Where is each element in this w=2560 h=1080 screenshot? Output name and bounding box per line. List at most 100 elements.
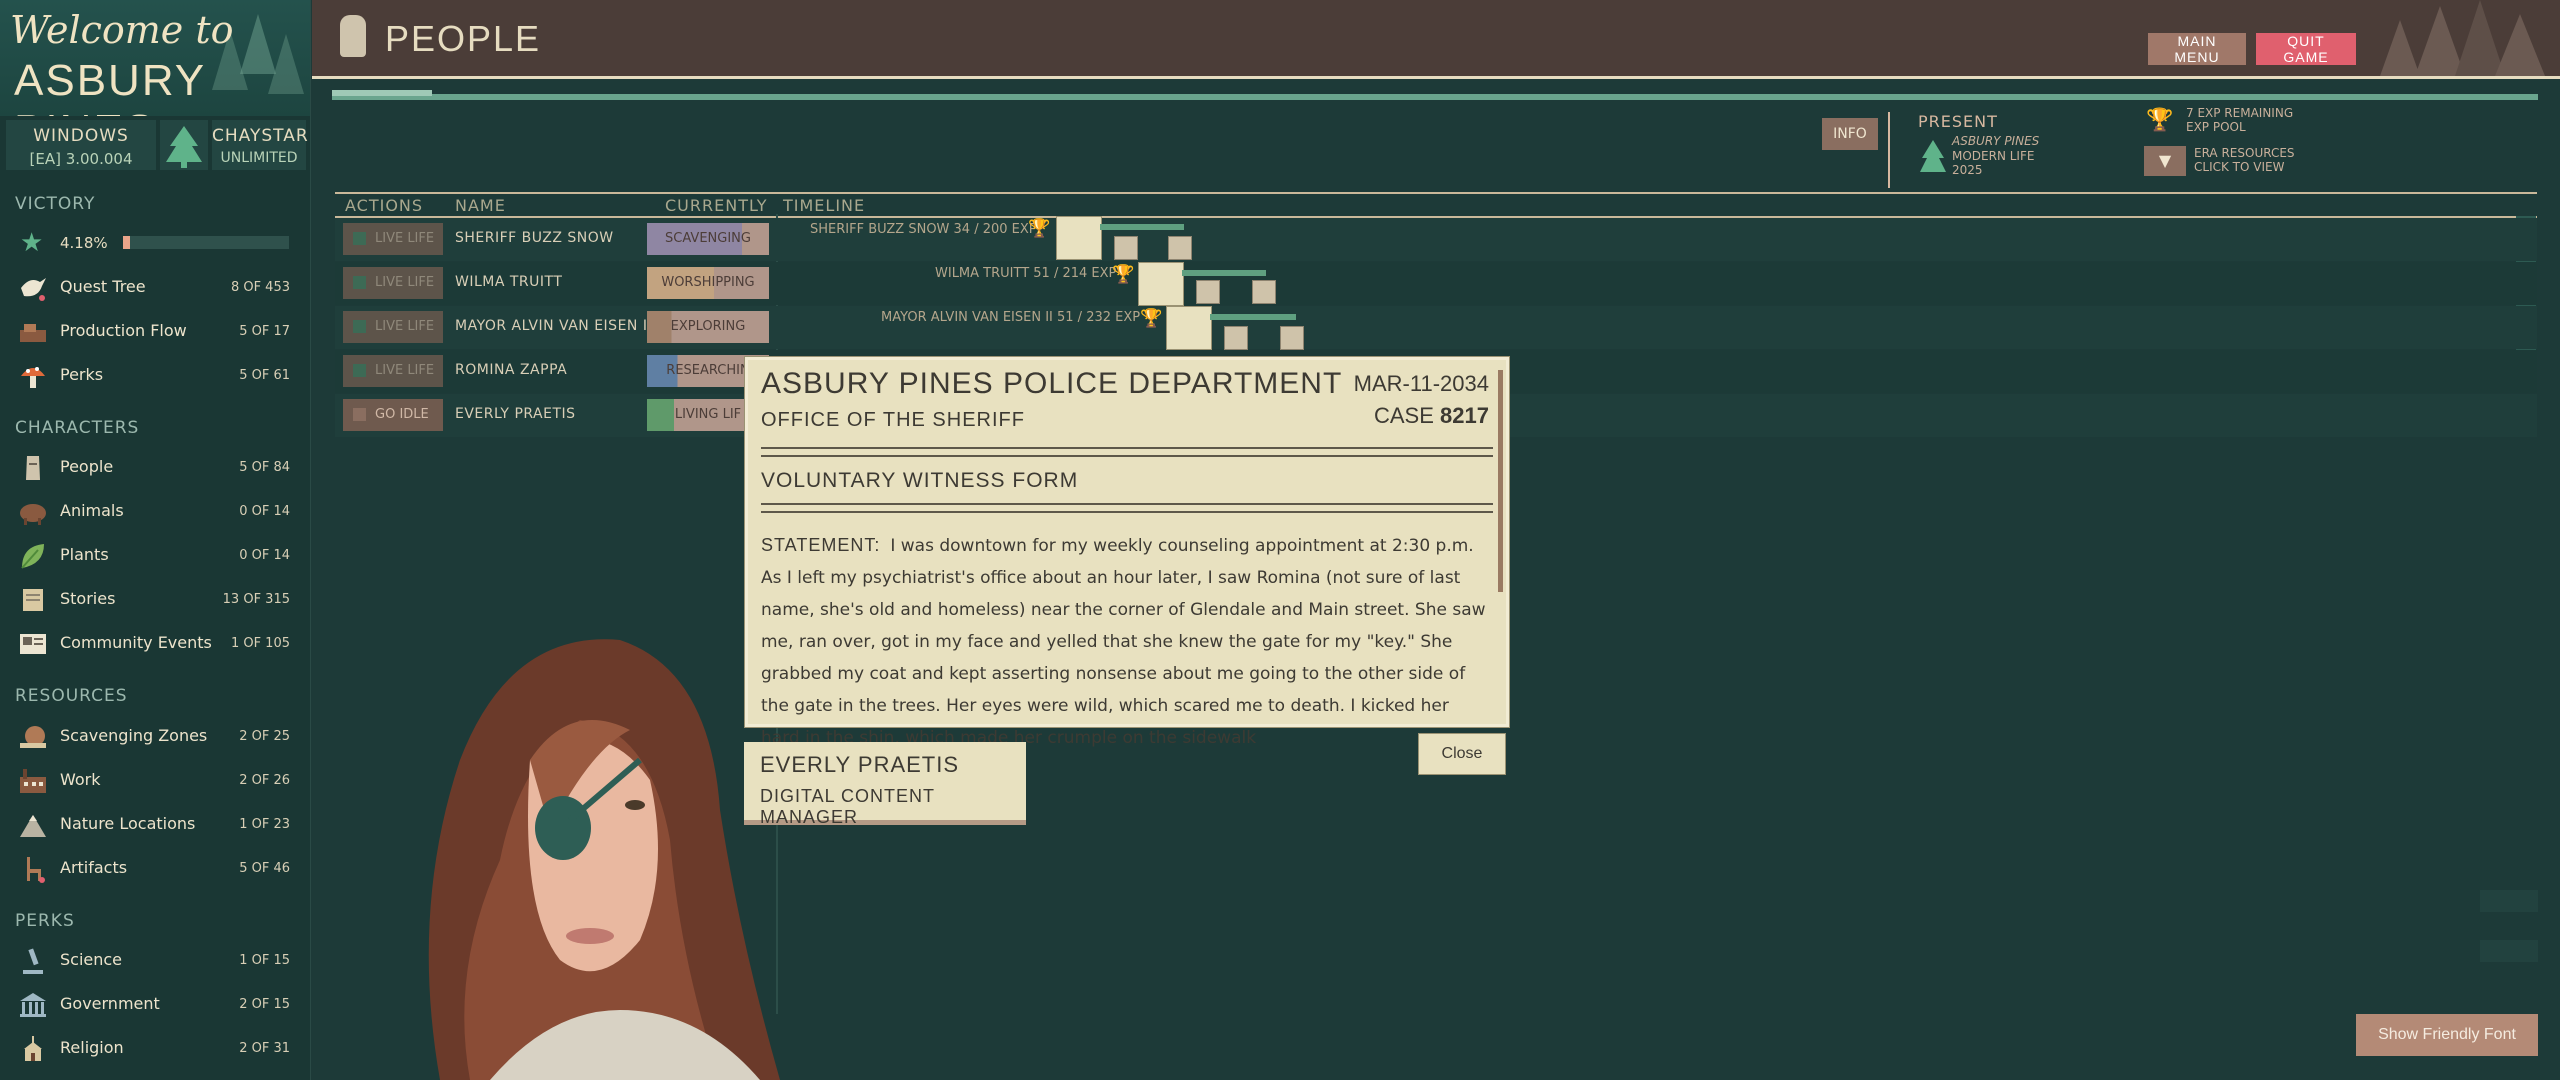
timeline-bar [1182, 270, 1266, 276]
present-label: PRESENT [1918, 112, 1998, 131]
live-life-button[interactable]: LIVE LIFE [343, 223, 443, 255]
close-button[interactable]: Close [1418, 733, 1506, 775]
sidebar-item-work[interactable]: Work 2 OF 26 [0, 761, 300, 801]
sidebar-item-animals[interactable]: Animals 0 OF 14 [0, 492, 300, 532]
live-life-button[interactable]: LIVE LIFE [343, 311, 443, 343]
table-row: LIVE LIFE SHERIFF BUZZ SNOW SCAVENGING S… [335, 218, 2537, 261]
sidebar-item-stories[interactable]: Stories 13 OF 315 [0, 580, 300, 620]
era-name: MODERN LIFE [1952, 149, 2035, 163]
leaf-icon [18, 542, 48, 570]
timeline-event[interactable] [1224, 326, 1248, 350]
snail-icon [18, 723, 48, 751]
sidebar-item-count: 1 OF 15 [239, 953, 290, 968]
sidebar-item-plants[interactable]: Plants 0 OF 14 [0, 536, 300, 576]
platform-label: WINDOWS [33, 126, 129, 146]
factory-icon [18, 767, 48, 795]
sidebar-item-count: 2 OF 25 [239, 729, 290, 744]
sidebar-item-label: Nature Locations [60, 814, 196, 833]
sidebar-item-label: Quest Tree [60, 277, 146, 296]
quit-game-button[interactable]: QUIT GAME [2256, 33, 2356, 65]
character-job: DIGITAL CONTENT MANAGER [760, 786, 935, 827]
statement-body[interactable]: STATEMENT: I was downtown for my weekly c… [761, 529, 1486, 754]
sidebar-item-production-flow[interactable]: Production Flow 5 OF 17 [0, 312, 300, 352]
person-name: SHERIFF BUZZ SNOW [455, 230, 614, 246]
sidebar-item-religion[interactable]: Religion 2 OF 31 [0, 1029, 300, 1069]
pine-tree-icon [1920, 140, 1946, 172]
era-progress-track [332, 94, 2538, 100]
sidebar-item-perks[interactable]: Perks 5 OF 61 [0, 356, 300, 396]
sidebar-item-label: Religion [60, 1038, 124, 1057]
bison-icon [18, 498, 48, 526]
action-label: GO IDLE [375, 407, 429, 422]
timeline-event[interactable] [1114, 236, 1138, 260]
form-scrollbar[interactable] [1498, 370, 1503, 592]
sidebar-item-community-events[interactable]: Community Events 1 OF 105 [0, 624, 300, 664]
sidebar-item-government[interactable]: Government 2 OF 15 [0, 985, 300, 1025]
dove-icon [18, 274, 48, 302]
statement-label: STATEMENT: [761, 535, 881, 555]
era-resources-label[interactable]: ERA RESOURCES CLICK TO VIEW [2194, 146, 2295, 174]
double-rule [761, 447, 1493, 457]
faded-row-marker [2480, 890, 2538, 912]
table-row: LIVE LIFE WILMA TRUITT WORSHIPPING WILMA… [335, 262, 2537, 305]
avatar-sheriff-buzz-snow[interactable] [1056, 216, 1102, 260]
timeline-event[interactable] [1196, 280, 1220, 304]
timeline-label: WILMA TRUITT 51 / 214 EXP [935, 266, 1117, 281]
avatar-wilma-truitt[interactable] [1138, 262, 1184, 306]
live-life-button[interactable]: LIVE LIFE [343, 267, 443, 299]
chaystar-box: CHAYSTAR UNLIMITED [212, 120, 309, 170]
exp-pool-label: EXP POOL [2186, 120, 2246, 134]
sidebar-item-count: 2 OF 31 [239, 1041, 290, 1056]
era-year: 2025 [1952, 163, 1983, 177]
timeline-event[interactable] [1252, 280, 1276, 304]
people-table-header: ACTIONS NAME CURRENTLY TIMELINE [335, 192, 2537, 218]
sidebar-item-artifacts[interactable]: Artifacts 5 OF 46 [0, 849, 300, 889]
era-location: ASBURY PINES [1952, 134, 2040, 148]
capitol-icon [18, 991, 48, 1019]
sidebar-item-label: Perks [60, 365, 104, 384]
info-button[interactable]: INFO [1822, 118, 1878, 150]
witness-form-dialog: ASBURY PINES POLICE DEPARTMENT OFFICE OF… [744, 356, 1510, 748]
sidebar-item-label: Animals [60, 501, 124, 520]
sidebar-item-scavenging-zones[interactable]: Scavenging Zones 2 OF 25 [0, 717, 300, 757]
timeline-event[interactable] [1168, 236, 1192, 260]
logo-title: ASBURY PINES [14, 56, 206, 116]
trophy-icon: 🏆 [2146, 108, 2174, 133]
sidebar-item-science[interactable]: Science 1 OF 15 [0, 941, 300, 981]
build-label: [EA] 3.00.004 [29, 150, 133, 168]
timeline-event[interactable] [1280, 326, 1304, 350]
era-progress-marker [332, 90, 432, 96]
main-menu-button[interactable]: MAIN MENU [2148, 33, 2246, 65]
pine-trees-decoration [2380, 0, 2545, 76]
trophy-icon: 🏆 [1028, 218, 1051, 239]
sidebar-item-count: 5 OF 46 [239, 861, 290, 876]
go-idle-button[interactable]: GO IDLE [343, 399, 443, 431]
sidebar-item-label: Stories [60, 589, 116, 608]
sidebar-item-label: Scavenging Zones [60, 726, 208, 745]
era-resources-button[interactable]: ▼ [2144, 146, 2186, 176]
church-icon [18, 1035, 48, 1063]
office-subtitle: OFFICE OF THE SHERIFF [761, 409, 1025, 431]
sidebar-item-label: Artifacts [60, 858, 128, 877]
sidebar-item-people[interactable]: People 5 OF 84 [0, 448, 300, 488]
avatar-mayor-alvin-van-eisen[interactable] [1166, 306, 1212, 350]
sidebar-item-quest-tree[interactable]: Quest Tree 8 OF 453 [0, 268, 300, 308]
era-resources-hint: CLICK TO VIEW [2194, 160, 2285, 174]
sidebar-item-nature-locations[interactable]: Nature Locations 1 OF 23 [0, 805, 300, 845]
moai-icon [340, 15, 366, 57]
character-name-card: EVERLY PRAETIS DIGITAL CONTENT MANAGER [744, 742, 1026, 827]
exp-pool: 7 EXP REMAINING EXP POOL [2186, 106, 2293, 134]
checkbox-icon [353, 232, 366, 245]
show-friendly-font-button[interactable]: Show Friendly Font [2356, 1014, 2538, 1056]
timeline-label: SHERIFF BUZZ SNOW 34 / 200 EXP [810, 222, 1037, 237]
sidebar-item-label: People [60, 457, 114, 476]
trophy-icon: 🏆 [1140, 308, 1163, 329]
game-logo: Welcome to ASBURY PINES [0, 0, 310, 116]
live-life-button[interactable]: LIVE LIFE [343, 355, 443, 387]
sidebar-item-label: Government [60, 994, 160, 1013]
chaystar-name: CHAYSTAR [212, 126, 309, 146]
timeline-bar [1100, 224, 1184, 230]
person-name: EVERLY PRAETIS [455, 406, 576, 422]
column-timeline: TIMELINE [783, 196, 866, 215]
version-box: WINDOWS [EA] 3.00.004 [6, 120, 156, 170]
